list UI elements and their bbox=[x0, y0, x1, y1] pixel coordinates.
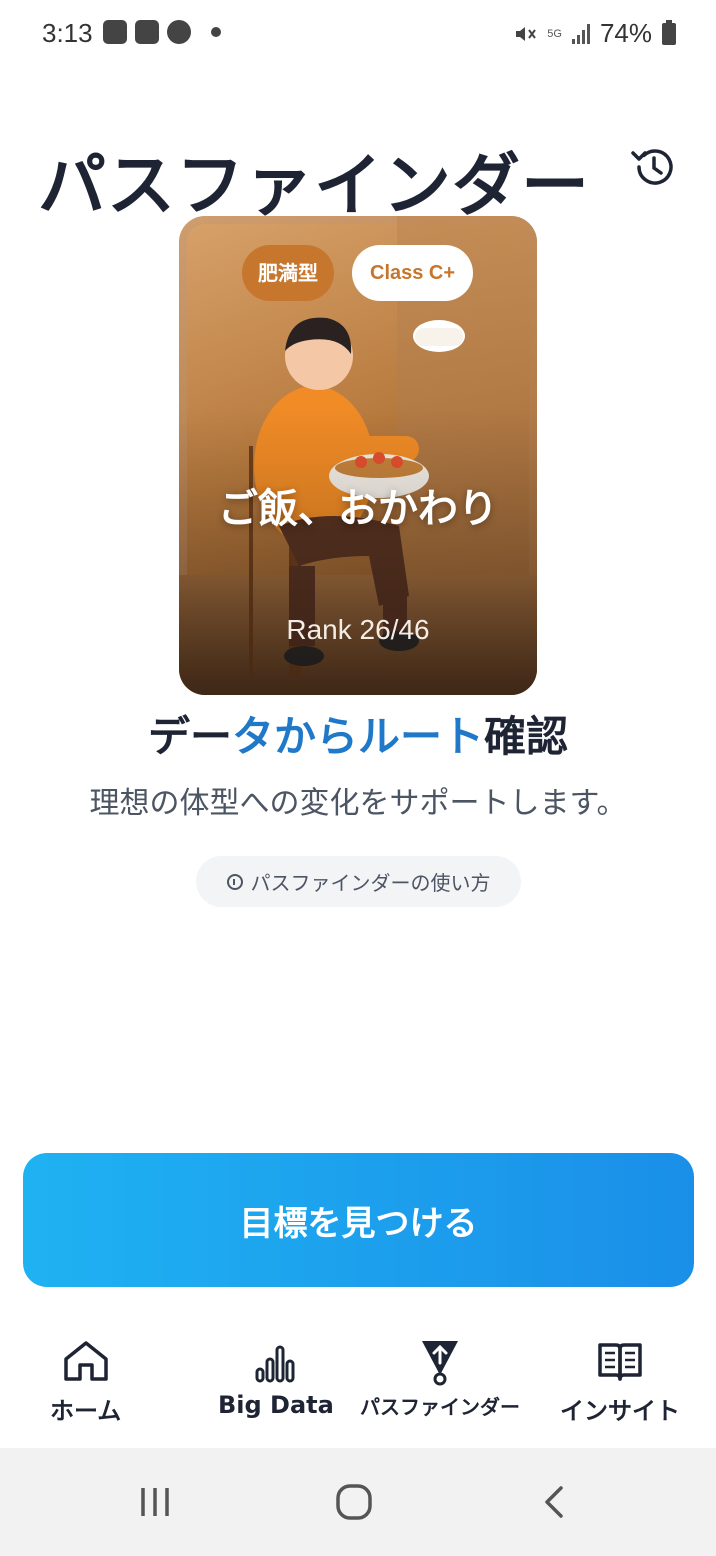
bar-chart-icon bbox=[255, 1345, 295, 1383]
battery-percent: 74% bbox=[599, 18, 652, 48]
find-goal-label: 目標を見つける bbox=[239, 1203, 478, 1244]
how-to-use-label: パスファインダーの使い方 bbox=[250, 871, 491, 895]
system-status: 5G 74% bbox=[513, 18, 676, 49]
home-system-button[interactable] bbox=[318, 1448, 390, 1556]
nav-item-home[interactable]: ホーム bbox=[50, 1335, 121, 1426]
page-title: パスファインダー bbox=[38, 147, 591, 226]
body-type-card[interactable]: 肥満型 Class C+ ご飯、おかわり Rank 26/46 bbox=[179, 216, 537, 695]
more-notifications-dot bbox=[211, 27, 221, 37]
book-icon bbox=[598, 1343, 642, 1381]
nav-label-big-data: Big Data bbox=[218, 1391, 334, 1419]
class-badge: Class C+ bbox=[352, 245, 474, 301]
back-icon bbox=[545, 1486, 563, 1518]
body-type-badge: 肥満型 bbox=[242, 245, 334, 301]
status-bar: 3:13 5G 74% bbox=[0, 0, 716, 70]
status-time: 3:13 bbox=[42, 18, 93, 48]
history-button[interactable] bbox=[627, 141, 679, 193]
chat-notification-icon bbox=[167, 20, 191, 44]
system-nav-bar bbox=[0, 1448, 716, 1556]
home-circle-icon bbox=[336, 1484, 372, 1520]
nav-item-pathfinder[interactable]: パスファインダー bbox=[360, 1335, 520, 1420]
find-goal-button[interactable]: 目標を見つける bbox=[23, 1153, 694, 1287]
nav-label-insight: インサイト bbox=[560, 1397, 680, 1425]
nav-item-big-data[interactable]: Big Data bbox=[218, 1335, 334, 1419]
info-icon bbox=[226, 873, 243, 890]
app-notification-icon bbox=[103, 20, 127, 44]
headline-part-3: 確認 bbox=[484, 712, 569, 761]
how-to-use-link[interactable]: パスファインダーの使い方 bbox=[196, 856, 521, 907]
headline: データからルート確認 bbox=[0, 703, 716, 764]
nav-label-home: ホーム bbox=[50, 1397, 122, 1425]
nav-item-insight[interactable]: インサイト bbox=[560, 1335, 680, 1426]
signal-icon bbox=[571, 23, 590, 44]
headline-part-2: タからルート bbox=[231, 712, 484, 761]
subtitle: 理想の体型への変化をサポートします。 bbox=[89, 786, 627, 821]
pathfinder-icon bbox=[422, 1341, 458, 1386]
back-button[interactable] bbox=[520, 1448, 590, 1556]
home-icon bbox=[63, 1341, 108, 1381]
card-rank: Rank 26/46 bbox=[286, 614, 430, 645]
recent-apps-icon bbox=[141, 1488, 169, 1516]
battery-icon bbox=[662, 19, 676, 45]
clock-notification-icon bbox=[135, 20, 159, 44]
card-type-name: ご飯、おかわり bbox=[218, 486, 498, 532]
recent-apps-button[interactable] bbox=[120, 1448, 190, 1556]
bottom-nav: ホーム Big Data パスファインダー インサイト bbox=[0, 1335, 716, 1447]
network-type: 5G bbox=[547, 27, 562, 40]
nav-label-pathfinder: パスファインダー bbox=[360, 1395, 520, 1419]
mute-icon bbox=[516, 26, 537, 41]
notification-icons bbox=[103, 20, 221, 44]
headline-part-1: デー bbox=[147, 712, 232, 761]
history-icon bbox=[631, 149, 673, 185]
